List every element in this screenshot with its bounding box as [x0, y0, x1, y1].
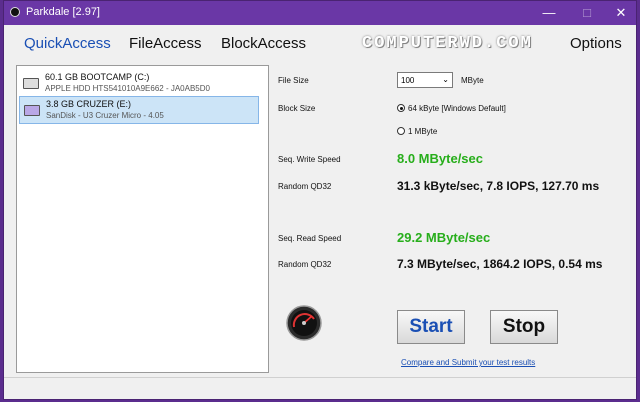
seq-read-value: 29.2 MByte/sec [397, 230, 491, 245]
window-title: Parkdale [2.97] [26, 6, 100, 18]
seq-read-label: Seq. Read Speed [278, 234, 342, 243]
status-bar [4, 377, 636, 400]
drive-name: 3.8 GB CRUZER (E:) [46, 99, 132, 109]
drive-item-selected[interactable]: 3.8 GB CRUZER (E:) SanDisk - U3 Cruzer M… [19, 96, 259, 124]
app-icon [10, 7, 20, 17]
rand-read-value: 7.3 MByte/sec, 1864.2 IOPS, 0.54 ms [397, 257, 603, 271]
menu-options[interactable]: Options [570, 35, 622, 52]
block-1m-radio[interactable] [397, 127, 405, 135]
rand-write-label: Random QD32 [278, 182, 332, 191]
title-bar: Parkdale [2.97] — □ ✕ [4, 1, 636, 25]
drive-item[interactable]: 60.1 GB BOOTCAMP (C:) APPLE HDD HTS54101… [19, 70, 259, 98]
tab-quickaccess[interactable]: QuickAccess [24, 35, 111, 52]
seq-write-label: Seq. Write Speed [278, 155, 341, 164]
usb-drive-icon [24, 105, 40, 116]
start-button[interactable]: Start [397, 310, 465, 344]
seq-write-value: 8.0 MByte/sec [397, 151, 483, 166]
file-size-label: File Size [278, 76, 309, 85]
rand-write-value: 31.3 kByte/sec, 7.8 IOPS, 127.70 ms [397, 179, 600, 193]
stop-button[interactable]: Stop [490, 310, 558, 344]
file-size-unit: MByte [461, 76, 484, 85]
rand-read-label: Random QD32 [278, 260, 332, 269]
file-size-select[interactable]: 100 ⌄ [397, 72, 453, 88]
hard-drive-icon [23, 78, 39, 89]
speedometer-icon [286, 305, 322, 341]
tab-blockaccess[interactable]: BlockAccess [221, 35, 306, 52]
close-button[interactable]: ✕ [606, 3, 636, 23]
drive-detail: APPLE HDD HTS541010A9E662 - JA0AB5D0 [45, 84, 210, 93]
menu-bar: QuickAccess FileAccess BlockAccess COMPU… [4, 25, 636, 61]
compare-results-link[interactable]: Compare and Submit your test results [401, 358, 535, 367]
drive-name: 60.1 GB BOOTCAMP (C:) [45, 72, 150, 82]
block-64k-label: 64 kByte [Windows Default] [408, 104, 506, 113]
drive-detail: SanDisk - U3 Cruzer Micro - 4.05 [46, 111, 164, 120]
drive-list: 60.1 GB BOOTCAMP (C:) APPLE HDD HTS54101… [16, 65, 269, 373]
maximize-button[interactable]: □ [572, 3, 602, 23]
app-window: Parkdale [2.97] — □ ✕ QuickAccess FileAc… [3, 0, 637, 400]
watermark: COMPUTERWD.COM [362, 34, 533, 53]
file-size-value: 100 [401, 76, 415, 85]
tab-fileaccess[interactable]: FileAccess [129, 35, 202, 52]
block-size-label: Block Size [278, 104, 316, 113]
minimize-button[interactable]: — [534, 3, 564, 23]
block-64k-radio[interactable] [397, 104, 405, 112]
chevron-down-icon: ⌄ [442, 75, 449, 84]
block-1m-label: 1 MByte [408, 127, 438, 136]
